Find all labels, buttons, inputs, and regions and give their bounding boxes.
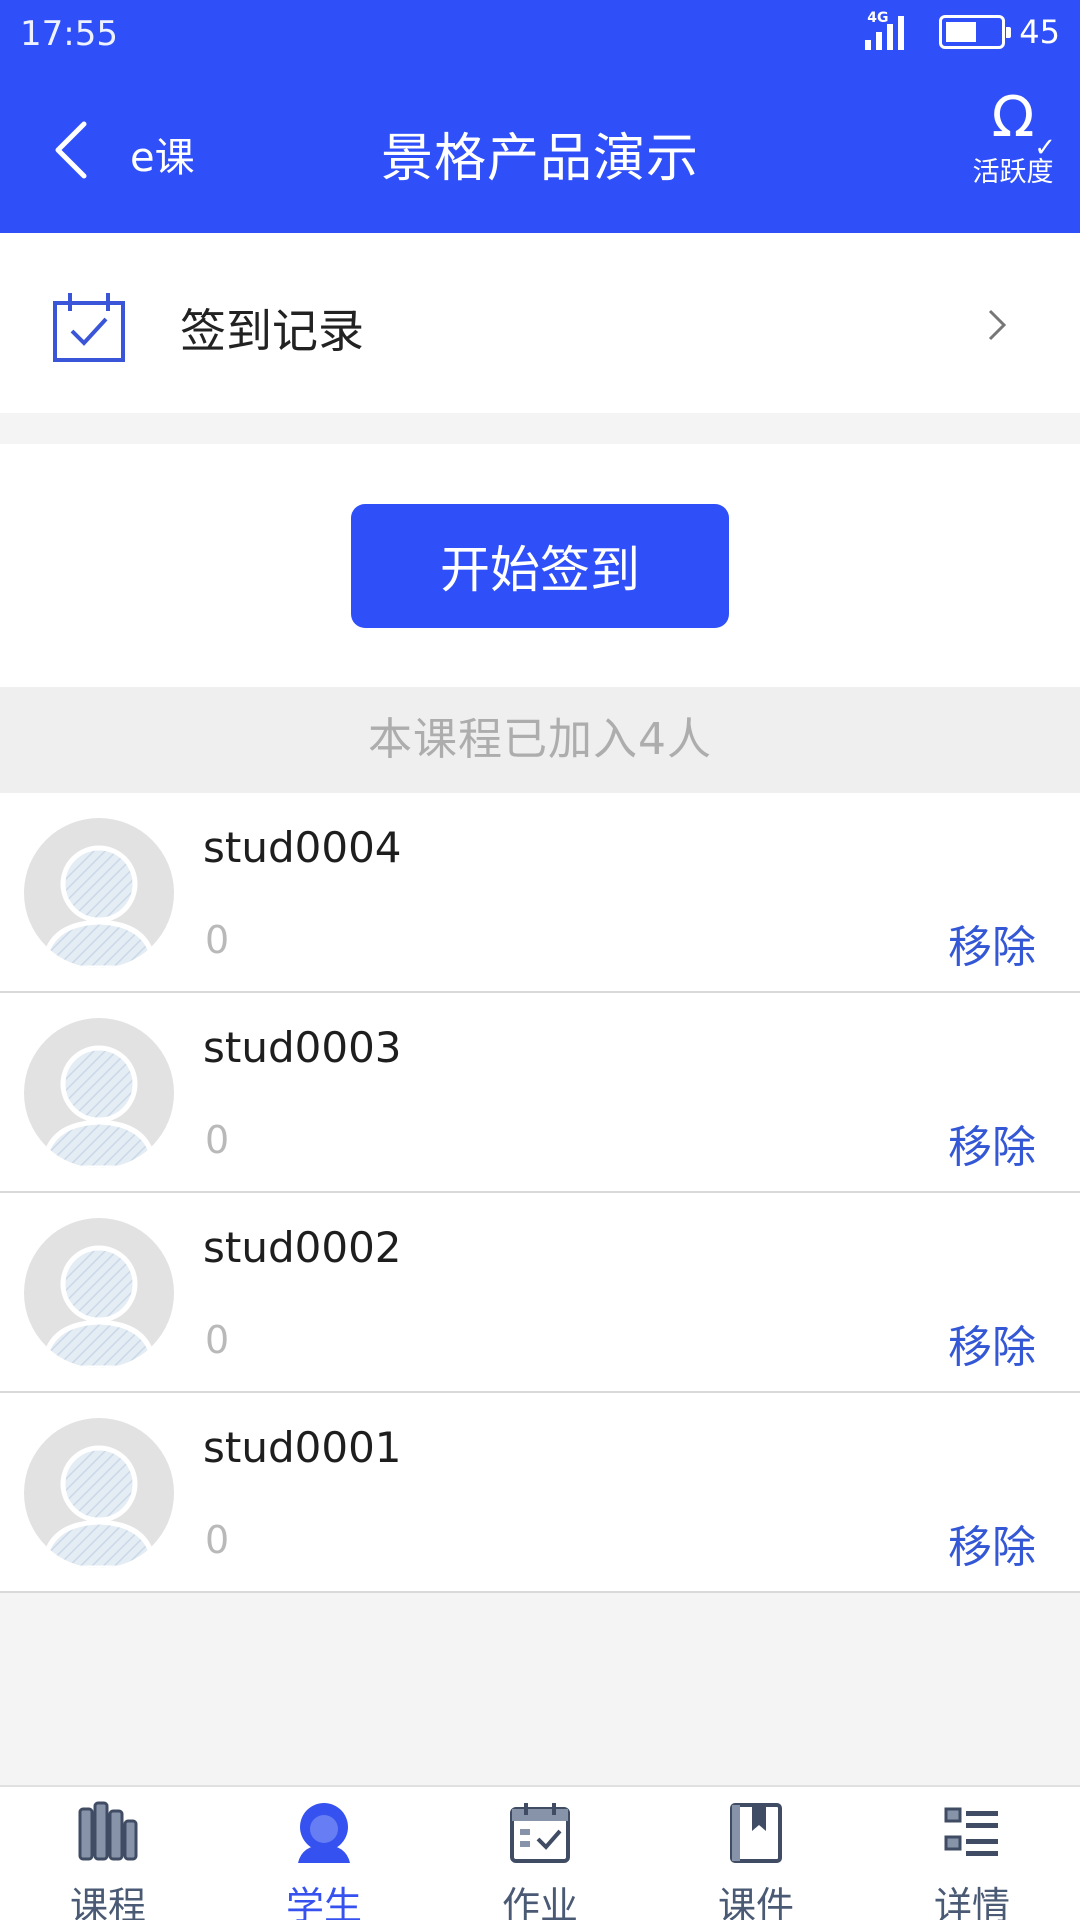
student-name: stud0004 <box>203 823 402 872</box>
student-list: stud0004 0 移除 stud0003 0 移除 stud0002 0 移… <box>0 793 1080 1593</box>
activity-button[interactable]: Ω ✓ 活跃度 <box>968 90 1058 189</box>
avatar-placeholder-icon <box>24 1018 174 1168</box>
remove-student-button[interactable]: 移除 <box>948 1311 1036 1375</box>
signal-icon: 4G <box>865 10 925 52</box>
back-label[interactable]: e课 <box>130 125 195 183</box>
homework-calendar-icon <box>510 1803 570 1863</box>
activity-icon: Ω ✓ <box>991 85 1056 164</box>
student-score: 0 <box>205 1518 230 1562</box>
tab-courseware[interactable]: 课件 <box>648 1787 864 1920</box>
courseware-icon <box>730 1803 782 1863</box>
battery-icon <box>939 15 1012 49</box>
avatar-placeholder-icon <box>24 818 174 968</box>
enrolled-count-banner: 本课程已加入4人 <box>0 687 1080 793</box>
student-icon <box>298 1803 350 1863</box>
status-indicators: 4G 45 <box>865 10 1060 52</box>
checkin-records-row[interactable]: 签到记录 <box>0 233 1080 413</box>
calendar-check-icon <box>53 293 125 362</box>
remove-student-button[interactable]: 移除 <box>948 911 1036 975</box>
remove-student-button[interactable]: 移除 <box>948 1111 1036 1175</box>
avatar-placeholder-icon <box>24 1418 174 1568</box>
back-arrow-icon[interactable] <box>52 120 92 180</box>
student-name: stud0001 <box>203 1423 402 1472</box>
tab-students[interactable]: 学生 <box>216 1787 432 1920</box>
enrolled-count-text: 本课程已加入4人 <box>368 714 712 765</box>
start-checkin-button[interactable]: 开始签到 <box>351 504 729 628</box>
tab-courses[interactable]: 课程 <box>0 1787 216 1920</box>
app-header: 17:55 4G 45 e课 景格产品演示 Ω ✓ 活跃度 <box>0 0 1080 233</box>
avatar-placeholder-icon <box>24 1218 174 1368</box>
student-score: 0 <box>205 1318 230 1362</box>
tab-label: 课程 <box>69 1884 146 1920</box>
tab-label: 课件 <box>717 1884 794 1920</box>
books-icon <box>78 1801 138 1861</box>
tab-details[interactable]: 详情 <box>864 1787 1080 1920</box>
student-row: stud0001 0 移除 <box>0 1393 1080 1593</box>
checkin-records-label: 签到记录 <box>180 304 364 358</box>
student-score: 0 <box>205 1118 230 1162</box>
chevron-right-icon <box>988 309 1007 341</box>
student-name: stud0002 <box>203 1223 402 1272</box>
tab-label: 作业 <box>501 1884 578 1920</box>
status-time: 17:55 <box>20 14 118 54</box>
screen: 17:55 4G 45 e课 景格产品演示 Ω ✓ 活跃度 签到记录 开始签到 … <box>0 0 1080 1920</box>
tab-label: 学生 <box>285 1884 362 1920</box>
student-row: stud0003 0 移除 <box>0 993 1080 1193</box>
tab-label: 详情 <box>933 1884 1010 1920</box>
bottom-tab-bar: 课程 学生 作业 课件 详情 <box>0 1785 1080 1920</box>
start-checkin-area: 开始签到 <box>0 444 1080 687</box>
tab-homework[interactable]: 作业 <box>432 1787 648 1920</box>
remove-student-button[interactable]: 移除 <box>948 1511 1036 1575</box>
student-name: stud0003 <box>203 1023 402 1072</box>
battery-level: 45 <box>1019 13 1060 51</box>
page-title: 景格产品演示 <box>380 129 699 189</box>
details-list-icon <box>944 1807 998 1856</box>
student-row: stud0002 0 移除 <box>0 1193 1080 1393</box>
student-row: stud0004 0 移除 <box>0 793 1080 993</box>
student-score: 0 <box>205 918 230 962</box>
